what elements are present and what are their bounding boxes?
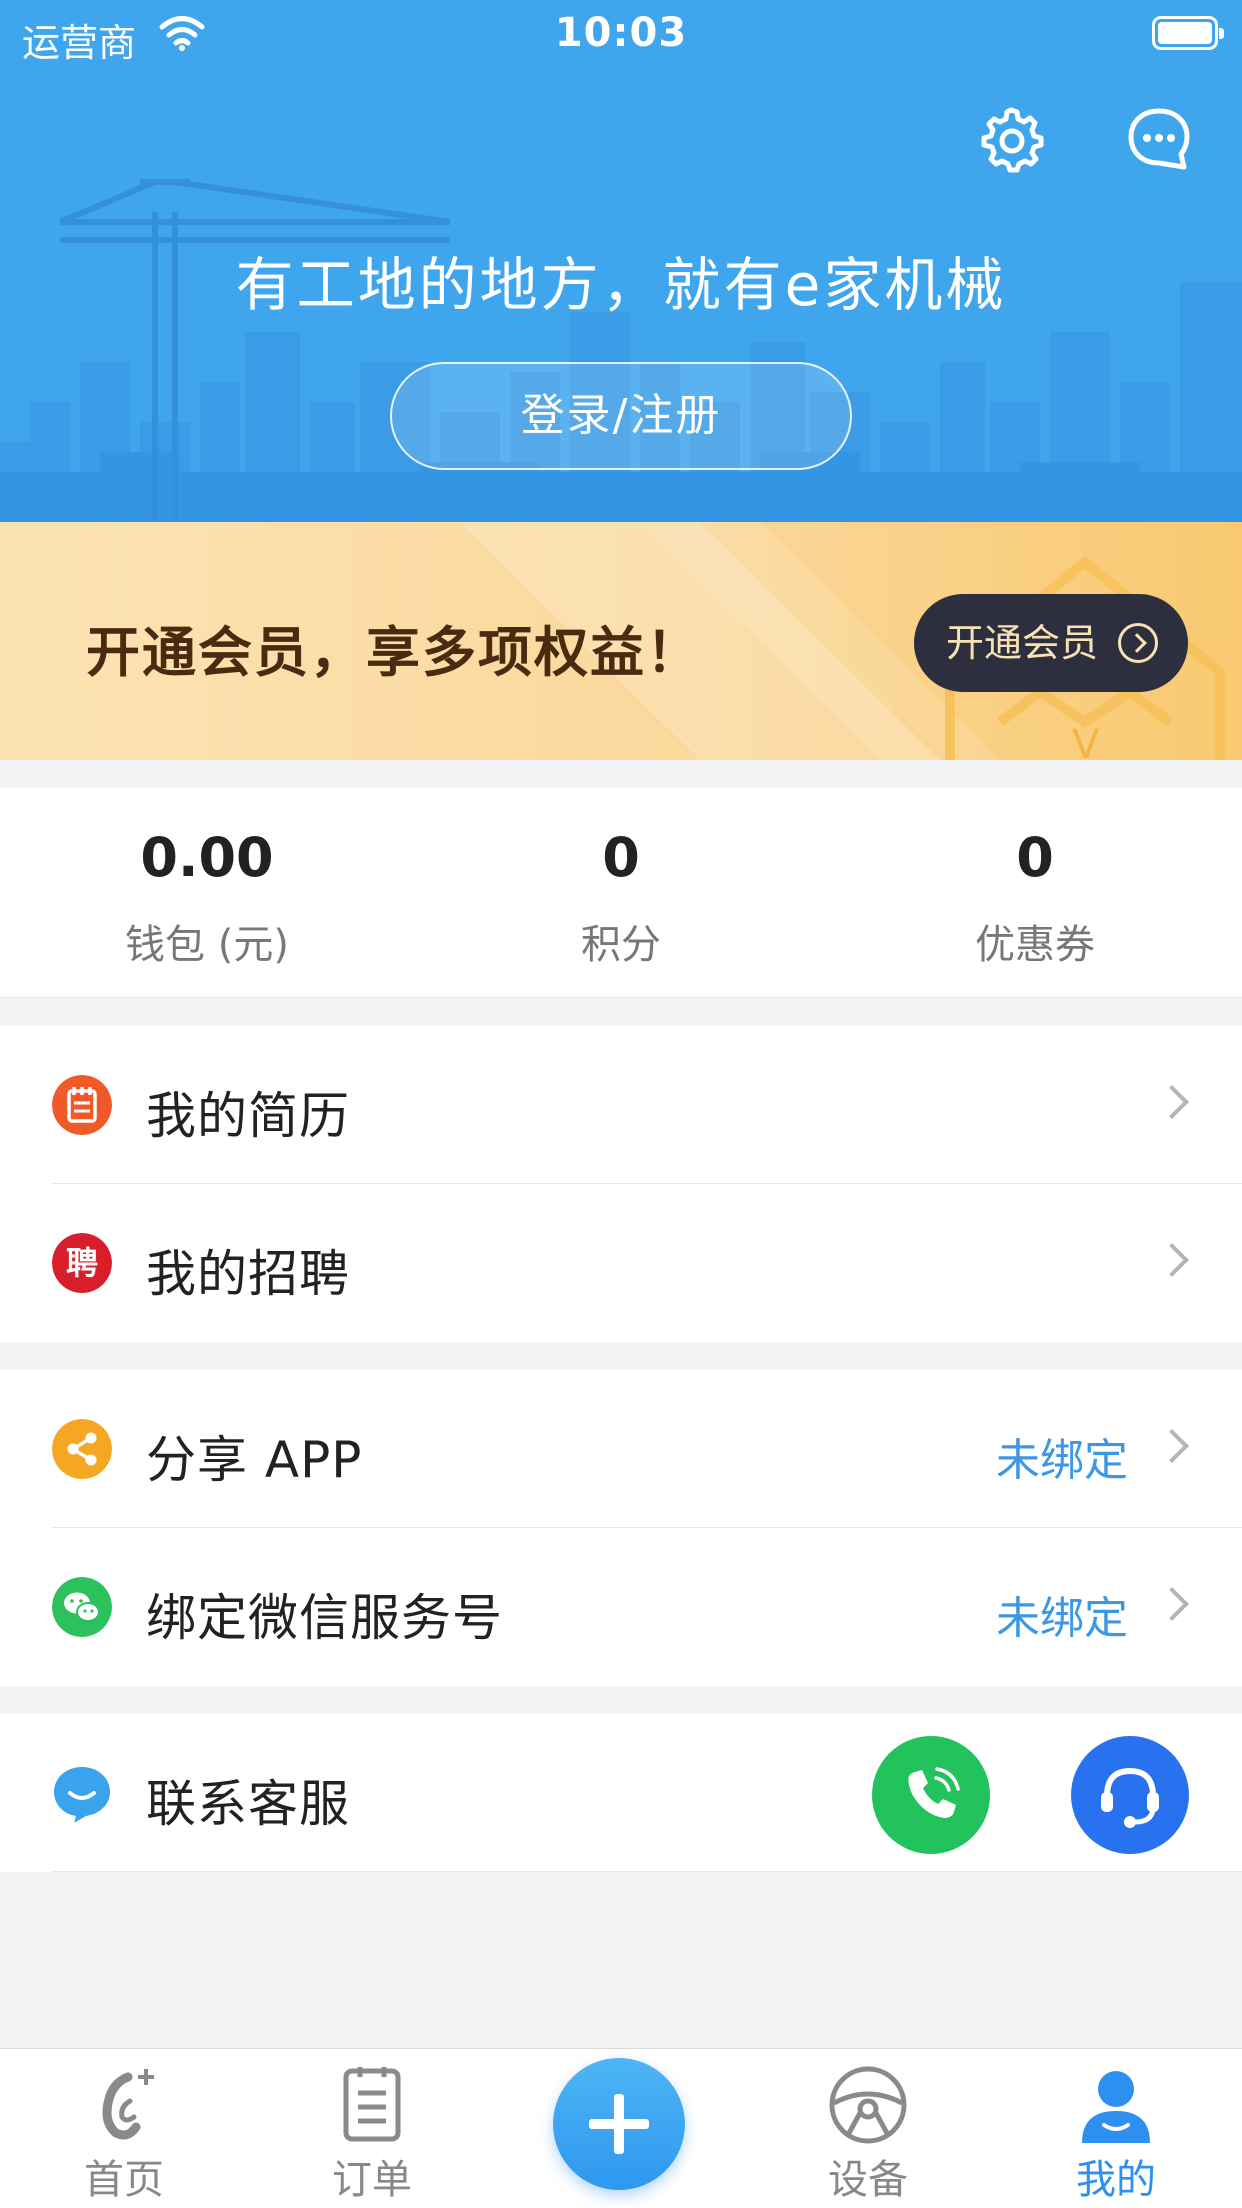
- wallet-stat[interactable]: 0.00 钱包 (元): [0, 788, 414, 998]
- coupons-stat[interactable]: 0 优惠券: [828, 788, 1242, 998]
- arrow-right-circle-icon: [1118, 623, 1158, 663]
- menu-item-customer-service: 联系客服: [0, 1714, 1242, 1872]
- menu-item-resume[interactable]: 我的简历: [0, 1026, 1242, 1184]
- add-plus-button[interactable]: [553, 2058, 685, 2190]
- chevron-right-icon: [1155, 1429, 1189, 1463]
- wallet-label: 钱包 (元): [125, 922, 289, 968]
- user-icon: [1082, 2071, 1150, 2143]
- tab-orders[interactable]: 订单: [272, 2049, 472, 2208]
- coupons-value: 0: [1016, 826, 1054, 889]
- menu-item-label: 绑定微信服务号: [146, 1589, 503, 1647]
- points-label: 积分: [581, 922, 661, 968]
- tab-label: 订单: [332, 2157, 412, 2203]
- resume-icon: [52, 1075, 112, 1135]
- menu-item-recruitment[interactable]: 聘 我的招聘: [0, 1184, 1242, 1342]
- clock: 10:03: [554, 10, 688, 56]
- tab-equipment[interactable]: 设备: [768, 2049, 968, 2208]
- profile-header: 运营商 10:03 有工地的地方，就有e家机械 登录/注册: [0, 0, 1242, 522]
- chat-bubble-icon[interactable]: [1124, 104, 1194, 174]
- menu-group-career: 我的简历 聘 我的招聘: [0, 1026, 1242, 1342]
- divider: [52, 1871, 1242, 1872]
- binding-status: 未绑定: [996, 1593, 1128, 1644]
- menu-item-label: 我的招聘: [146, 1245, 350, 1303]
- tab-home[interactable]: 首页: [24, 2049, 224, 2208]
- binding-status: 未绑定: [996, 1435, 1128, 1486]
- open-membership-button[interactable]: 开通会员: [914, 594, 1188, 692]
- menu-item-label: 我的简历: [146, 1087, 350, 1145]
- menu-group-contact: 联系客服: [0, 1714, 1242, 1872]
- wallet-balance: 0.00: [140, 826, 274, 889]
- membership-banner[interactable]: V 开通会员，享多项权益！ 开通会员: [0, 522, 1242, 760]
- customer-service-button[interactable]: [1071, 1736, 1189, 1854]
- membership-promo-text: 开通会员，享多项权益！: [86, 621, 702, 684]
- order-icon: [343, 2067, 401, 2142]
- chevron-right-icon: [1155, 1085, 1189, 1119]
- points-value: 0: [602, 826, 640, 889]
- svg-text:V: V: [1072, 722, 1100, 760]
- menu-group-binding: 分享 APP 未绑定 绑定微信服务号 未绑定: [0, 1370, 1242, 1686]
- chat-icon: [54, 1767, 110, 1823]
- home-logo-icon: [102, 2069, 154, 2140]
- phone-icon: [908, 1767, 960, 1818]
- wechat-icon: [52, 1577, 112, 1637]
- phone-call-button[interactable]: [872, 1736, 990, 1854]
- menu-item-bind-wechat[interactable]: 绑定微信服务号 未绑定: [0, 1528, 1242, 1686]
- headset-icon: [1101, 1767, 1159, 1828]
- steering-wheel-icon: [829, 2066, 907, 2144]
- gear-icon[interactable]: [976, 104, 1046, 174]
- tab-label: 首页: [84, 2157, 164, 2203]
- account-stats: 0.00 钱包 (元) 0 积分 0 优惠券: [0, 788, 1242, 998]
- chevron-right-icon: [1155, 1243, 1189, 1277]
- status-bar: 运营商 10:03: [0, 0, 1242, 66]
- share-icon: [52, 1419, 112, 1479]
- svg-text:聘: 聘: [66, 1244, 98, 1282]
- menu-item-label: 分享 APP: [146, 1431, 363, 1489]
- tab-label: 设备: [828, 2157, 908, 2203]
- open-membership-label: 开通会员: [946, 621, 1099, 665]
- chevron-right-icon: [1155, 1587, 1189, 1621]
- slogan: 有工地的地方，就有e家机械: [235, 251, 1007, 319]
- battery-icon: [1152, 16, 1224, 50]
- tab-me[interactable]: 我的: [1016, 2049, 1216, 2208]
- coupons-label: 优惠券: [975, 922, 1095, 968]
- menu-item-label: 联系客服: [146, 1775, 350, 1833]
- points-stat[interactable]: 0 积分: [414, 788, 828, 998]
- tab-label: 我的: [1076, 2157, 1156, 2203]
- recruit-icon: 聘: [52, 1233, 112, 1293]
- login-register-button[interactable]: 登录/注册: [390, 362, 852, 470]
- menu-item-share-app[interactable]: 分享 APP 未绑定: [0, 1370, 1242, 1528]
